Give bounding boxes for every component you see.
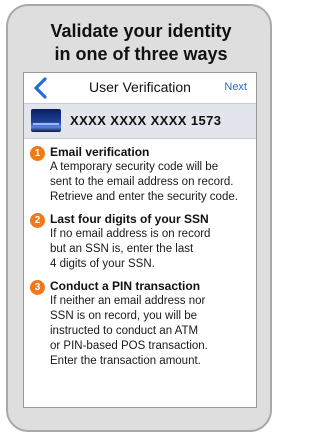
step-description-line: or PIN-based POS transaction. [50, 340, 208, 352]
next-button[interactable]: Next [224, 81, 247, 93]
credit-card-icon [31, 109, 61, 132]
step-description-line: SSN is on record, you will be [50, 310, 198, 322]
step-description: If no email address is on record but an … [50, 227, 252, 272]
step-title: Last four digits of your SSN [50, 212, 209, 226]
step-description-line: Retrieve and enter the security code. [50, 191, 238, 203]
phone-frame: Validate your identity in one of three w… [6, 4, 272, 432]
verification-steps: 1 Email verification A temporary securit… [24, 139, 256, 369]
step-number-badge: 1 [30, 146, 45, 161]
step-pin-transaction: 3 Conduct a PIN transaction If neither a… [24, 279, 256, 369]
step-ssn-last-four: 2 Last four digits of your SSN If no ema… [24, 212, 256, 272]
step-description-line: 4 digits of your SSN. [50, 258, 155, 270]
step-description-line: If neither an email address nor [50, 295, 206, 307]
step-title: Conduct a PIN transaction [50, 279, 201, 293]
headline-line-2: in one of three ways [54, 44, 228, 64]
step-email-verification: 1 Email verification A temporary securit… [24, 145, 256, 205]
step-description-line: If no email address is on record [50, 228, 211, 240]
step-number-badge: 2 [30, 213, 45, 228]
step-description-line: sent to the email address on record. [50, 176, 234, 188]
selected-card-row: XXXX XXXX XXXX 1573 [24, 103, 256, 139]
nav-bar: User Verification Next [24, 73, 256, 103]
masked-card-number: XXXX XXXX XXXX 1573 [70, 113, 222, 128]
phone-screen: User Verification Next XXXX XXXX XXXX 15… [23, 72, 257, 408]
step-description-line: A temporary security code will be [50, 161, 219, 173]
step-description: A temporary security code will be sent t… [50, 160, 252, 205]
step-description: If neither an email address nor SSN is o… [50, 294, 252, 369]
step-number-badge: 3 [30, 280, 45, 295]
headline-line-1: Validate your identity [50, 21, 232, 41]
step-description-line: Enter the transaction amount. [50, 355, 201, 367]
step-description-line: instructed to conduct an ATM [50, 325, 199, 337]
headline: Validate your identity in one of three w… [8, 20, 274, 66]
nav-title: User Verification [89, 79, 191, 95]
step-description-line: but an SSN is, enter the last [50, 243, 194, 255]
step-title: Email verification [50, 145, 150, 159]
